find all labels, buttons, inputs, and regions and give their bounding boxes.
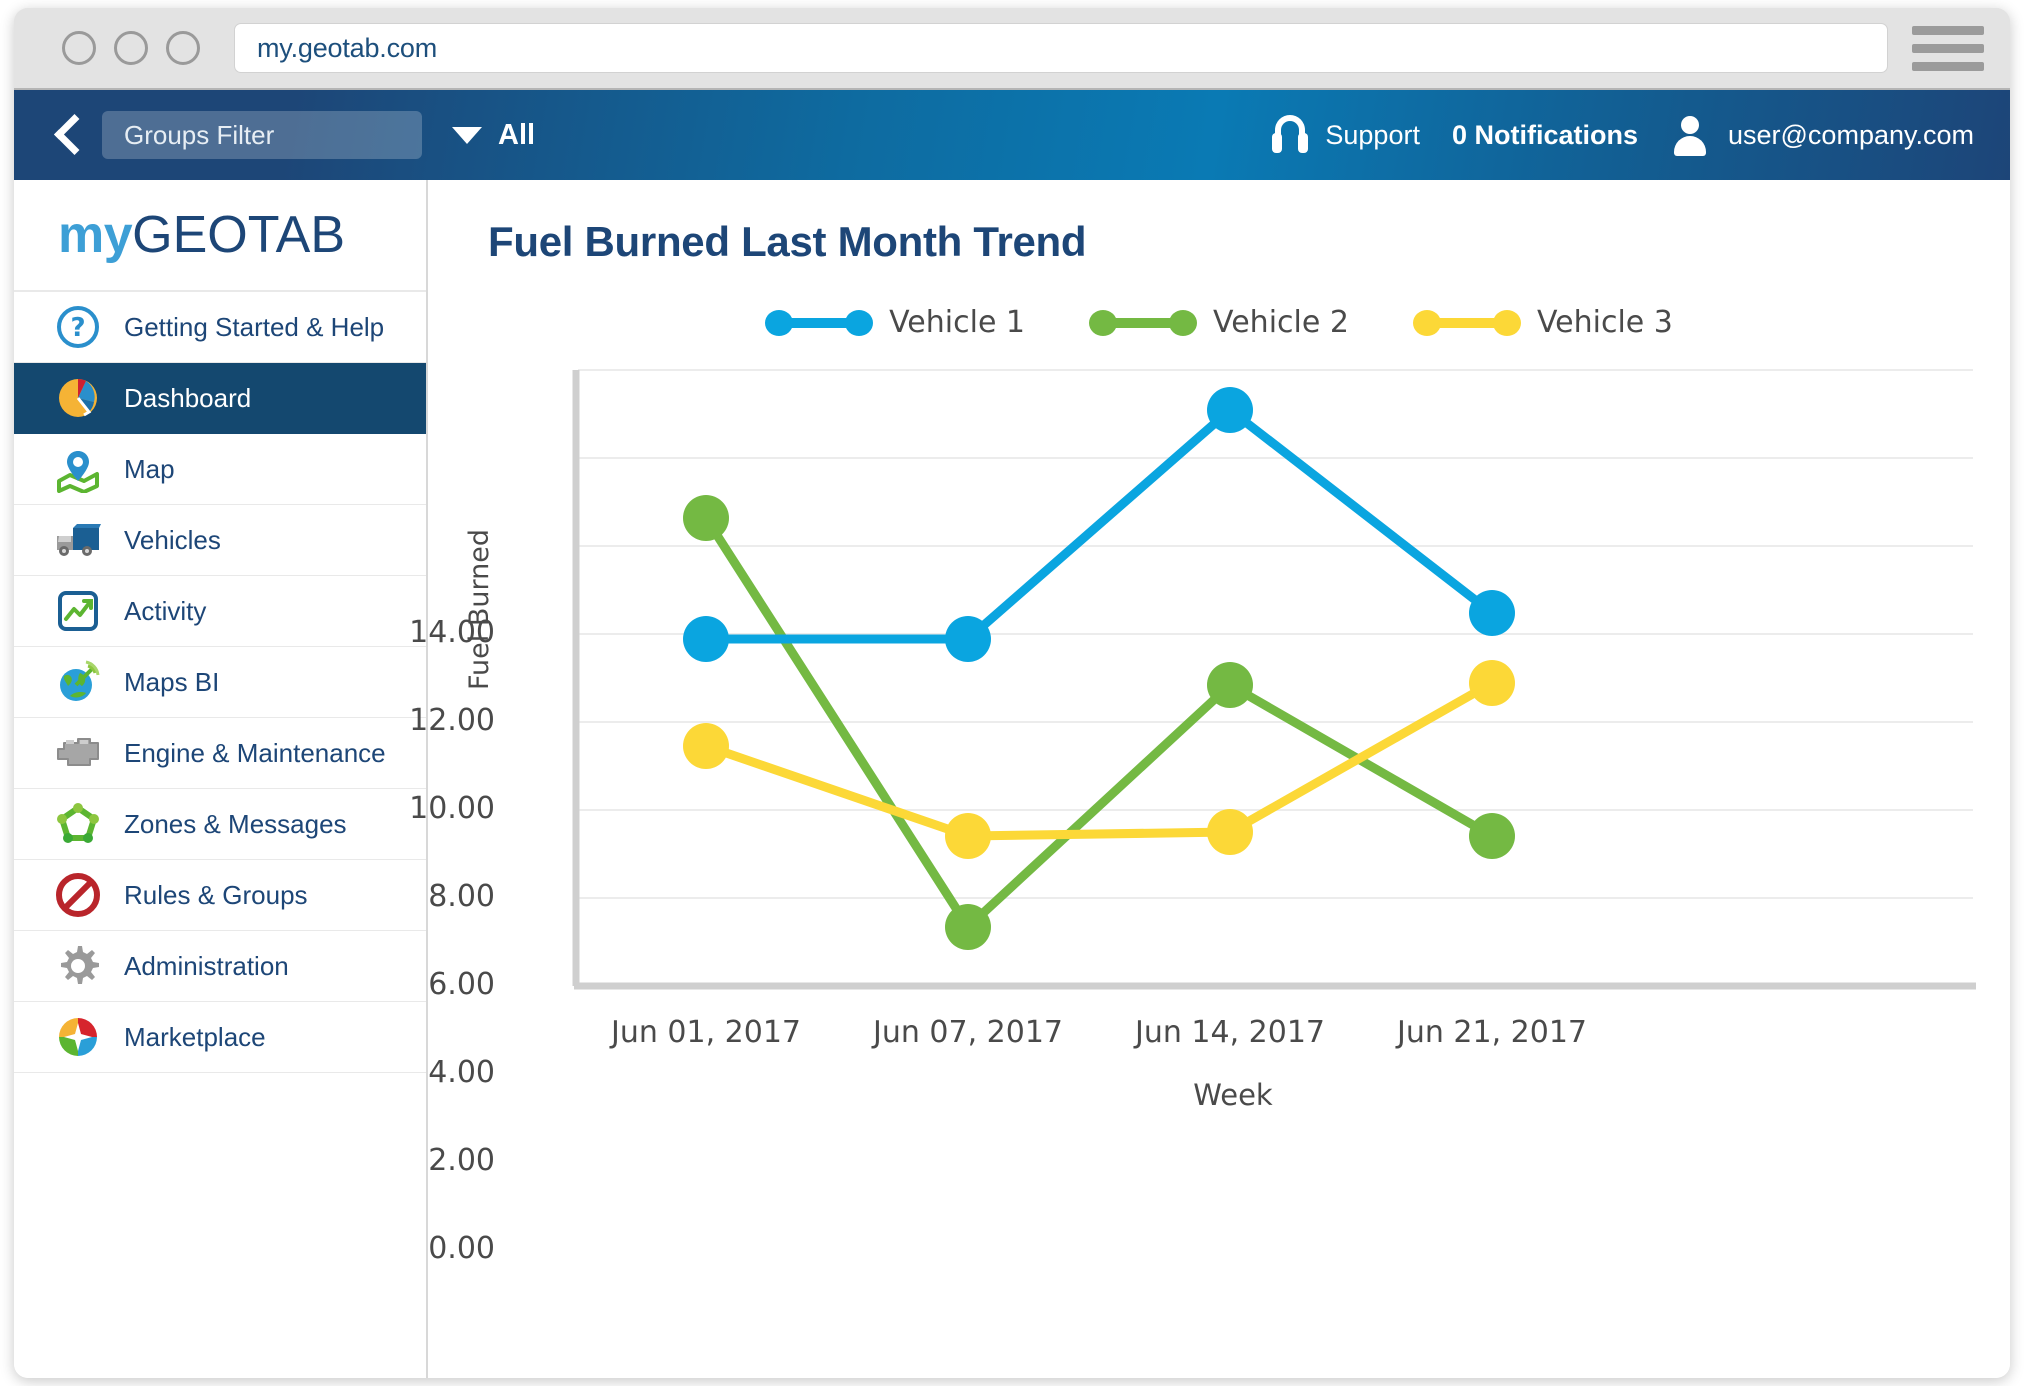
sidebar-item-label: Dashboard	[124, 382, 252, 413]
legend-label: Vehicle 3	[1536, 305, 1673, 340]
browser-titlebar: my.geotab.com	[14, 8, 2010, 88]
map-pin-icon	[52, 443, 104, 495]
y-tick-label: 2.00	[428, 1143, 495, 1178]
sidebar-item-getting-started[interactable]: ? Getting Started & Help	[14, 292, 426, 363]
line-chart-svg	[572, 369, 1976, 990]
chart-legend: Vehicle 1 Vehicle 2 Vehicle 3	[428, 305, 2010, 340]
sidebar-item-dashboard[interactable]: Dashboard	[14, 363, 426, 434]
y-tick-label: 0.00	[428, 1231, 495, 1266]
sidebar-item-label: Marketplace	[124, 1021, 266, 1052]
headset-ear-right	[1298, 133, 1309, 153]
person-body	[1674, 136, 1706, 156]
gear-icon	[52, 940, 104, 992]
series-line-vehicle-1	[706, 405, 1495, 644]
window-controls[interactable]	[62, 31, 200, 65]
logo-geotab: GEOTAB	[132, 206, 346, 264]
sidebar-item-label: Engine & Maintenance	[124, 737, 386, 768]
legend-swatch	[1412, 309, 1521, 336]
logo: myGEOTAB	[14, 180, 426, 292]
sidebar-item-label: Getting Started & Help	[124, 311, 385, 342]
sidebar-item-map[interactable]: Map	[14, 434, 426, 505]
hamburger-line	[1912, 43, 1984, 53]
trend-chart-icon	[52, 585, 104, 637]
sidebar-item-label: Activity	[124, 595, 207, 626]
question-mark-icon: ?	[52, 301, 104, 353]
close-button[interactable]	[62, 31, 96, 65]
caret-down-icon[interactable]	[452, 126, 482, 144]
groups-filter-label: Groups Filter	[124, 119, 275, 150]
logo-my: my	[58, 206, 133, 264]
address-bar[interactable]: my.geotab.com	[234, 23, 1888, 73]
person-icon	[1670, 114, 1710, 156]
legend-item-vehicle-2[interactable]: Vehicle 2	[1089, 305, 1349, 340]
person-head	[1681, 116, 1699, 134]
mygeotab-logo: myGEOTAB	[58, 205, 345, 265]
engine-icon	[52, 727, 104, 779]
sidebar-item-vehicles[interactable]: Vehicles	[14, 505, 426, 576]
browser-window: my.geotab.com Groups Filter All Support …	[14, 8, 2010, 1378]
legend-dot-right	[1169, 309, 1198, 336]
legend-dot-right	[845, 309, 874, 336]
sidebar-item-label: Rules & Groups	[124, 879, 308, 910]
legend-swatch	[1089, 309, 1198, 336]
back-chevron-icon[interactable]	[50, 112, 86, 158]
legend-item-vehicle-3[interactable]: Vehicle 3	[1412, 305, 1673, 340]
pie-chart-icon	[52, 372, 104, 424]
legend-dot-right	[1492, 309, 1521, 336]
legend-label: Vehicle 2	[1213, 305, 1349, 340]
zones-network-icon	[52, 798, 104, 850]
app-body: myGEOTAB ? Getting Started & Help Dashbo…	[14, 180, 2010, 1378]
x-axis-label: Week	[1193, 1078, 1273, 1112]
headset-ear-left	[1272, 133, 1283, 153]
page-title: Fuel Burned Last Month Trend	[488, 218, 1087, 265]
hamburger-icon[interactable]	[1912, 20, 1984, 76]
x-tick-label: Jun 01, 2017	[610, 1015, 801, 1050]
scope-label: All	[498, 118, 536, 151]
series-markers-vehicle-3	[683, 660, 1515, 859]
globe-signal-icon	[52, 656, 104, 708]
url-text: my.geotab.com	[257, 32, 437, 63]
svg-text:?: ?	[70, 313, 85, 343]
maximize-button[interactable]	[166, 31, 200, 65]
truck-icon	[52, 514, 104, 566]
x-tick-label: Jun 21, 2017	[1396, 1015, 1587, 1050]
chart-plot-area: Fuel Burned 14.00 12.00 10.00 8.00 6.00 …	[409, 360, 2010, 1266]
sidebar-item-label: Administration	[124, 950, 289, 981]
legend-label: Vehicle 1	[889, 305, 1026, 340]
dashboard-content: Fuel Burned Last Month Trend Vehicle 1 V…	[409, 180, 2010, 1378]
x-tick-label: Jun 14, 2017	[1134, 1015, 1325, 1050]
marketplace-compass-icon	[52, 1011, 104, 1063]
app-toolbar: Groups Filter All Support 0 Notification…	[14, 90, 2010, 180]
user-email-label: user@company.com	[1728, 119, 1974, 150]
application-area: Groups Filter All Support 0 Notification…	[14, 88, 2010, 1378]
x-tick-label: Jun 07, 2017	[872, 1015, 1063, 1050]
support-button[interactable]: Support	[1271, 115, 1420, 155]
legend-swatch	[765, 309, 874, 336]
sidebar-item-label: Maps BI	[124, 666, 220, 697]
minimize-button[interactable]	[114, 31, 148, 65]
support-label: Support	[1325, 119, 1420, 150]
user-menu-button[interactable]: user@company.com	[1670, 114, 1974, 156]
no-entry-icon	[52, 869, 104, 921]
legend-item-vehicle-1[interactable]: Vehicle 1	[765, 305, 1025, 340]
hamburger-line	[1912, 61, 1984, 71]
sidebar-item-label: Map	[124, 453, 175, 484]
headset-icon	[1271, 115, 1309, 155]
notifications-label: 0 Notifications	[1451, 119, 1638, 150]
groups-filter-button[interactable]: Groups Filter	[102, 111, 422, 159]
notifications-button[interactable]: 0 Notifications	[1452, 120, 1638, 151]
sidebar-item-label: Vehicles	[124, 524, 221, 555]
sidebar-item-label: Zones & Messages	[124, 808, 347, 839]
hamburger-line	[1912, 25, 1984, 35]
sidebar: myGEOTAB ? Getting Started & Help Dashbo…	[14, 180, 428, 1378]
toolbar-right-cluster: Support 0 Notifications user@company.com	[1271, 114, 1974, 156]
